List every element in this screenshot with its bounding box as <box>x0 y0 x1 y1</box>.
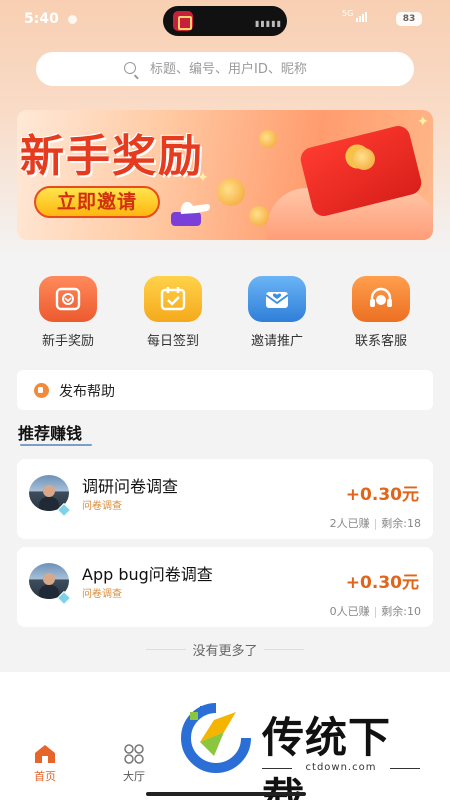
carousel-indicator <box>217 229 241 233</box>
task-reward: +0.30元 <box>345 485 419 505</box>
quick-item-customer-service[interactable]: 联系客服 <box>341 276 421 349</box>
home-icon <box>33 744 57 764</box>
task-remaining: 剩余:18 <box>381 517 421 530</box>
section-title: 推荐赚钱 <box>18 424 83 443</box>
sparkle-icon: ✦ <box>197 170 209 186</box>
quick-item-label: 每日签到 <box>146 334 199 349</box>
tab-hall[interactable]: 大厅 <box>104 744 164 784</box>
task-title: 调研问卷调查 <box>82 477 179 496</box>
pointing-hand-icon <box>171 201 210 226</box>
megaphone-icon <box>34 383 49 398</box>
quick-item-newbie-reward[interactable]: 新手奖励 <box>28 276 108 349</box>
no-more-text: 没有更多了 <box>192 644 258 659</box>
watermark: 传统下载 ctdown.com <box>180 702 430 800</box>
search-bar[interactable] <box>36 52 414 86</box>
sparkle-icon: ✦ <box>417 114 429 130</box>
search-icon <box>124 62 136 74</box>
coin-icon <box>259 130 277 148</box>
tab-label: 首页 <box>34 770 56 783</box>
network-label: 5G <box>342 9 354 18</box>
status-time: 5:40 <box>24 11 59 27</box>
watermark-logo <box>181 703 251 773</box>
quick-item-label: 新手奖励 <box>41 334 94 349</box>
task-tag: 问卷调查 <box>82 589 122 600</box>
task-earned: 0人已赚 <box>329 605 370 618</box>
banner-title: 新手奖励 <box>20 131 204 182</box>
watermark-url: ctdown.com <box>262 762 420 773</box>
notification-icon <box>68 15 77 24</box>
app-icon <box>173 11 193 31</box>
gift-icon <box>39 276 97 322</box>
quick-menu: 新手奖励 每日签到 邀请推广 联系客服 <box>0 262 450 352</box>
search-input[interactable] <box>150 52 400 86</box>
coin-icon <box>353 148 375 170</box>
quick-item-label: 联系客服 <box>354 334 407 349</box>
quick-item-daily-checkin[interactable]: 每日签到 <box>133 276 213 349</box>
watermark-text: 传统下载 <box>262 713 392 800</box>
task-tag: 问卷调查 <box>82 501 122 512</box>
publish-help-bar[interactable]: 发布帮助 <box>17 370 433 410</box>
status-bar: 5:40 ▮▮▮▮▮ 5G 83 <box>0 0 450 40</box>
home-indicator <box>146 792 306 796</box>
coin-icon <box>249 206 269 226</box>
audio-wave-icon: ▮▮▮▮▮ <box>255 19 283 28</box>
task-earned: 2人已赚 <box>329 517 370 530</box>
invite-button[interactable]: 立即邀请 <box>34 186 160 218</box>
section-underline <box>20 444 92 446</box>
battery-level: 83 <box>396 12 422 26</box>
tab-home[interactable]: 首页 <box>15 744 75 784</box>
tab-label: 大厅 <box>123 770 145 783</box>
task-title: App bug问卷调查 <box>82 565 213 584</box>
grid-icon <box>122 744 146 764</box>
promo-banner[interactable]: 新手奖励 立即邀请 ✦ ✦ <box>17 110 433 240</box>
task-reward: +0.30元 <box>345 573 419 593</box>
dynamic-island: ▮▮▮▮▮ <box>163 6 287 36</box>
calendar-check-icon <box>144 276 202 322</box>
quick-item-label: 邀请推广 <box>250 334 303 349</box>
task-card[interactable]: 调研问卷调查 问卷调查 +0.30元 2人已赚 | 剩余:18 <box>17 459 433 539</box>
task-remaining: 剩余:10 <box>381 605 421 618</box>
help-label: 发布帮助 <box>59 384 115 400</box>
headset-icon <box>352 276 410 322</box>
envelope-heart-icon <box>248 276 306 322</box>
quick-item-invite-promo[interactable]: 邀请推广 <box>237 276 317 349</box>
divider <box>264 649 304 650</box>
task-card[interactable]: App bug问卷调查 问卷调查 +0.30元 0人已赚 | 剩余:10 <box>17 547 433 627</box>
signal-icon <box>356 12 368 22</box>
task-meta: 2人已赚 | 剩余:18 <box>329 517 421 530</box>
coin-icon <box>217 178 245 206</box>
task-meta: 0人已赚 | 剩余:10 <box>329 605 421 618</box>
